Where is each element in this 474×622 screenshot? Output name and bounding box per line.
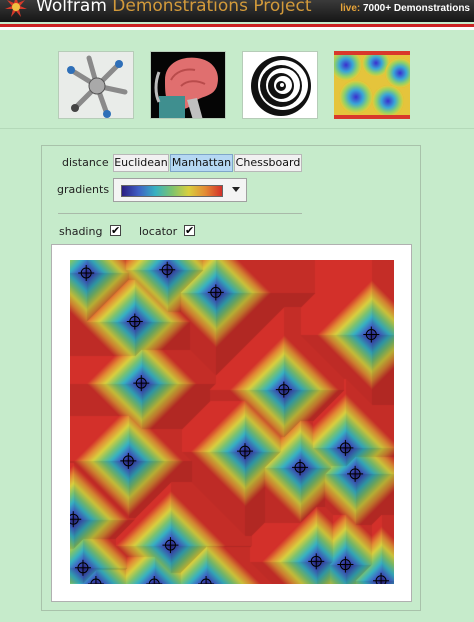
locator-checkbox[interactable]: ✔ [184,225,195,236]
locator-overlay [70,261,390,584]
locator-marker[interactable] [373,572,390,584]
locator-marker[interactable] [363,326,380,343]
site-title[interactable]: Wolfram Demonstrations Project [36,0,312,17]
brand-secondary: Demonstrations Project [112,0,312,16]
locator-marker[interactable] [207,284,224,301]
locator-marker[interactable] [337,439,354,456]
plot-area [51,244,412,602]
shading-checkbox[interactable]: ✔ [110,225,121,236]
demo-control-panel: distance Euclidean Manhattan Chessboard … [41,145,421,611]
thumbnail-brain-mri[interactable] [150,51,226,119]
header-bar: Wolfram Demonstrations Project live: 700… [0,0,474,22]
thumbnail-strip-divider [0,128,474,129]
brand-primary: Wolfram [36,0,107,16]
distance-option-manhattan[interactable]: Manhattan [170,154,233,172]
shading-label: shading [59,225,103,238]
locator-marker[interactable] [198,576,215,584]
locator-marker[interactable] [236,443,253,460]
locator-marker[interactable] [78,264,95,281]
gradient-swatch [121,185,223,197]
chevron-down-icon [232,187,240,192]
locator-marker[interactable] [292,459,309,476]
locator-marker[interactable] [74,559,91,576]
locator-label: locator [139,225,178,238]
live-count: 7000+ Demonstrations [363,3,470,14]
thumbnail-spiral[interactable] [242,51,318,119]
gradient-dropdown[interactable] [113,178,247,202]
locator-marker[interactable] [133,375,150,392]
live-counter[interactable]: live: 7000+ Demonstrations [340,3,470,15]
locator-marker[interactable] [120,452,137,469]
locator-marker[interactable] [337,556,354,573]
thumbnail-robot-arms[interactable] [58,51,134,119]
distance-label: distance [62,156,109,169]
locator-marker[interactable] [162,537,179,554]
spikey-star-icon[interactable] [4,0,28,19]
header-white-band [0,27,474,30]
locator-marker[interactable] [159,261,176,278]
gradients-label: gradients [57,183,110,196]
controls-separator [58,213,302,214]
thumbnail-voronoi[interactable] [334,51,410,119]
locator-marker[interactable] [146,576,163,584]
live-label: live: [340,3,361,14]
locator-marker[interactable] [275,381,292,398]
distance-option-chessboard[interactable]: Chessboard [234,154,302,172]
locator-marker[interactable] [308,553,325,570]
locator-marker[interactable] [87,576,104,584]
distance-option-euclidean[interactable]: Euclidean [113,154,169,172]
locator-marker[interactable] [347,465,364,482]
locator-marker[interactable] [126,313,143,330]
locator-marker[interactable] [70,511,82,528]
